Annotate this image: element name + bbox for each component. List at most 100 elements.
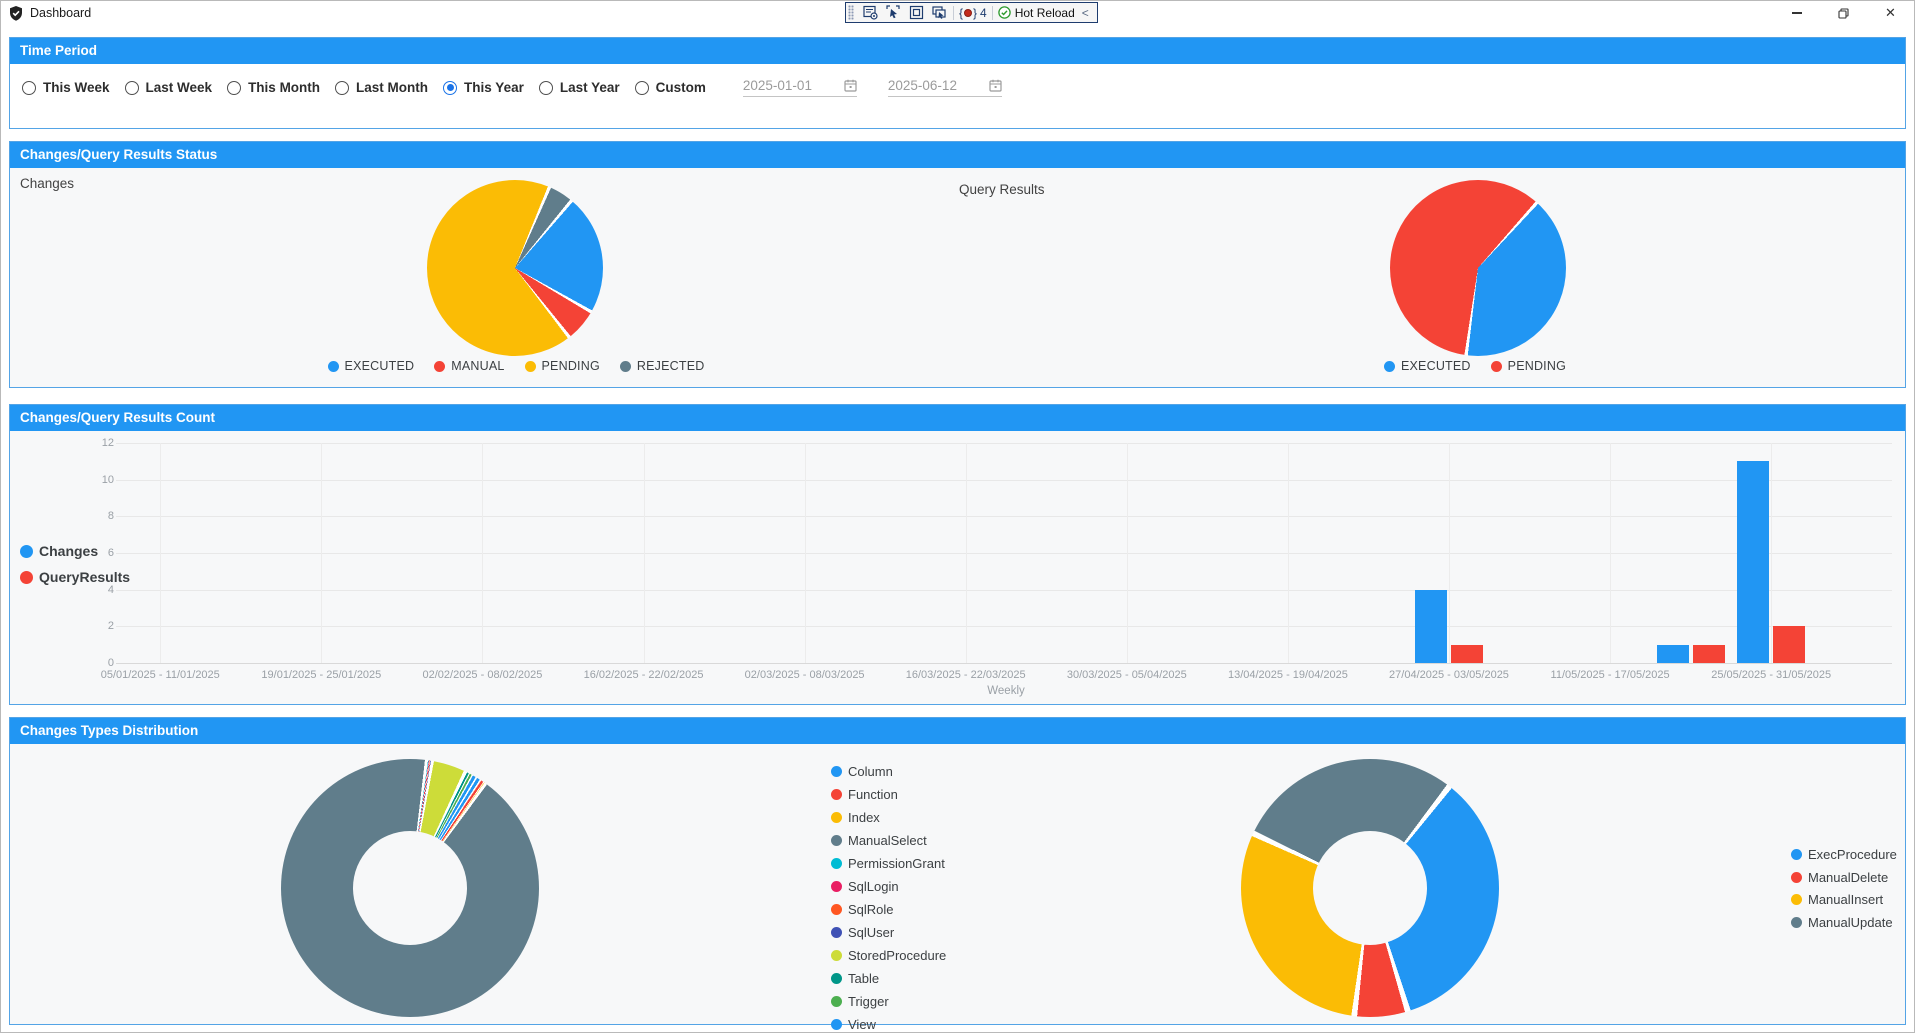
layout-adorners-icon[interactable] bbox=[907, 4, 925, 21]
toolbar-grip[interactable] bbox=[848, 5, 854, 20]
count-panel: Changes/Query Results Count ChangesQuery… bbox=[9, 404, 1906, 705]
bar-changes bbox=[1737, 461, 1769, 663]
radio-label: This Month bbox=[248, 80, 320, 95]
gridline-v bbox=[160, 443, 161, 663]
radio-option-last-month[interactable]: Last Month bbox=[335, 80, 428, 95]
legend-dot bbox=[831, 996, 842, 1007]
y-axis-tick: 0 bbox=[68, 657, 114, 669]
dashboard-window: Dashboard {} 4 Hot Rel bbox=[0, 0, 1915, 1033]
legend-item-manualdelete: ManualDelete bbox=[1791, 870, 1897, 885]
radio-circle bbox=[335, 81, 349, 95]
hot-reload-button[interactable]: Hot Reload bbox=[998, 6, 1075, 20]
legend-label: SqlLogin bbox=[848, 879, 899, 894]
legend-dot bbox=[1491, 361, 1502, 372]
legend-label: Index bbox=[848, 810, 880, 825]
date-to-field[interactable]: 2025-06-12 bbox=[888, 78, 1002, 97]
live-visual-tree-icon[interactable] bbox=[861, 4, 879, 21]
legend-dot bbox=[831, 927, 842, 938]
legend-dot bbox=[831, 812, 842, 823]
legend-label: Table bbox=[848, 971, 879, 986]
x-axis-title: Weekly bbox=[987, 685, 1025, 697]
legend-dot bbox=[1384, 361, 1395, 372]
gridline-v bbox=[644, 443, 645, 663]
bar-queryresults bbox=[1693, 645, 1725, 663]
legend-item-sqlrole: SqlRole bbox=[831, 902, 946, 917]
restore-icon bbox=[1838, 8, 1849, 19]
gridline-v bbox=[482, 443, 483, 663]
toolbar-collapse-chevron[interactable]: < bbox=[1080, 6, 1091, 20]
legend-dot bbox=[434, 361, 445, 372]
legend-label: Function bbox=[848, 787, 898, 802]
brace-left: { bbox=[959, 6, 963, 20]
legend-item-rejected: REJECTED bbox=[620, 359, 705, 373]
gridline-v bbox=[321, 443, 322, 663]
query-types-donut bbox=[1241, 759, 1499, 1017]
track-focused-element-icon[interactable] bbox=[930, 4, 948, 21]
radio-option-last-year[interactable]: Last Year bbox=[539, 80, 620, 95]
radio-label: Custom bbox=[656, 80, 706, 95]
radio-option-this-week[interactable]: This Week bbox=[22, 80, 110, 95]
radio-option-this-year[interactable]: This Year bbox=[443, 80, 524, 95]
radio-label: This Year bbox=[464, 80, 524, 95]
date-from-value: 2025-01-01 bbox=[743, 78, 812, 93]
radio-circle bbox=[635, 81, 649, 95]
legend-label: PENDING bbox=[542, 359, 600, 373]
radio-option-this-month[interactable]: This Month bbox=[227, 80, 320, 95]
y-axis-tick: 4 bbox=[68, 584, 114, 596]
radio-label: Last Week bbox=[146, 80, 213, 95]
donut-hole bbox=[353, 831, 467, 945]
minimize-button[interactable] bbox=[1773, 1, 1820, 25]
legend-item-column: Column bbox=[831, 764, 946, 779]
legend-label: EXECUTED bbox=[345, 359, 415, 373]
radio-option-last-week[interactable]: Last Week bbox=[125, 80, 213, 95]
legend-item-sqllogin: SqlLogin bbox=[831, 879, 946, 894]
binding-errors-count: 4 bbox=[980, 6, 987, 20]
legend-dot bbox=[328, 361, 339, 372]
legend-item-trigger: Trigger bbox=[831, 994, 946, 1009]
legend-item-manualupdate: ManualUpdate bbox=[1791, 915, 1897, 930]
status-panel: Changes/Query Results Status Changes EXE… bbox=[9, 141, 1906, 388]
legend-dot bbox=[831, 835, 842, 846]
legend-dot bbox=[525, 361, 536, 372]
date-from-field[interactable]: 2025-01-01 bbox=[743, 78, 857, 97]
legend-label: PermissionGrant bbox=[848, 856, 945, 871]
legend-item-storedprocedure: StoredProcedure bbox=[831, 948, 946, 963]
close-button[interactable]: ✕ bbox=[1867, 1, 1914, 25]
y-axis-tick: 8 bbox=[68, 510, 114, 522]
legend-item-index: Index bbox=[831, 810, 946, 825]
legend-dot bbox=[1791, 894, 1802, 905]
brace-right: } bbox=[973, 6, 977, 20]
legend-label: StoredProcedure bbox=[848, 948, 946, 963]
types-panel: Changes Types Distribution ColumnFunctio… bbox=[9, 717, 1906, 1025]
legend-dot bbox=[1791, 872, 1802, 883]
legend-item-view: View bbox=[831, 1017, 946, 1032]
legend-dot bbox=[831, 766, 842, 777]
query-results-status-pie bbox=[1390, 180, 1566, 356]
legend-label: SqlRole bbox=[848, 902, 894, 917]
minimize-icon bbox=[1792, 12, 1802, 13]
radio-label: Last Month bbox=[356, 80, 428, 95]
legend-dot bbox=[1791, 917, 1802, 928]
gridline-v bbox=[805, 443, 806, 663]
legend-label: Column bbox=[848, 764, 893, 779]
restore-button[interactable] bbox=[1820, 1, 1867, 25]
bar-queryresults bbox=[1773, 626, 1805, 663]
radio-circle bbox=[443, 81, 457, 95]
changes-status-pie bbox=[427, 180, 603, 356]
changes-pie-title: Changes bbox=[20, 176, 74, 191]
window-title: Dashboard bbox=[30, 6, 91, 20]
binding-error-icon bbox=[964, 9, 972, 17]
status-header: Changes/Query Results Status bbox=[10, 142, 1905, 168]
legend-item-permissiongrant: PermissionGrant bbox=[831, 856, 946, 871]
hot-reload-label: Hot Reload bbox=[1015, 6, 1075, 20]
legend-dot bbox=[831, 858, 842, 869]
enable-selection-icon[interactable] bbox=[884, 4, 902, 21]
binding-errors-button[interactable]: {} 4 bbox=[959, 6, 987, 20]
radio-option-custom[interactable]: Custom bbox=[635, 80, 706, 95]
radio-label: Last Year bbox=[560, 80, 620, 95]
legend-item-manualinsert: ManualInsert bbox=[1791, 892, 1897, 907]
legend-item-sqluser: SqlUser bbox=[831, 925, 946, 940]
legend-item-pending: PENDING bbox=[1491, 359, 1566, 373]
gridline-h bbox=[116, 590, 1892, 591]
toolbar-separator bbox=[953, 6, 954, 20]
